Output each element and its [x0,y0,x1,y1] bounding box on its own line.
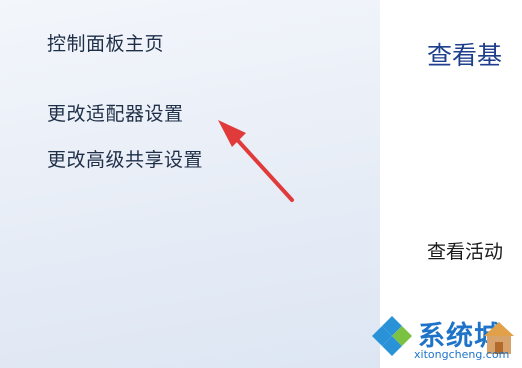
page-title: 查看基 [427,41,503,70]
diamond-logo-icon [372,316,412,356]
control-panel-sidebar: 控制面板主页 更改适配器设置 更改高级共享设置 [0,0,380,368]
active-networks-heading: 查看活动 [427,241,504,263]
sidebar-item-control-panel-home[interactable]: 控制面板主页 [47,29,164,56]
sidebar-item-change-adapter-settings[interactable]: 更改适配器设置 [47,99,184,126]
watermark-url: xitongcheng.com [414,348,510,361]
watermark: 系统城 xitongcheng.com [366,306,522,368]
sidebar-item-change-advanced-sharing-settings[interactable]: 更改高级共享设置 [47,145,203,172]
